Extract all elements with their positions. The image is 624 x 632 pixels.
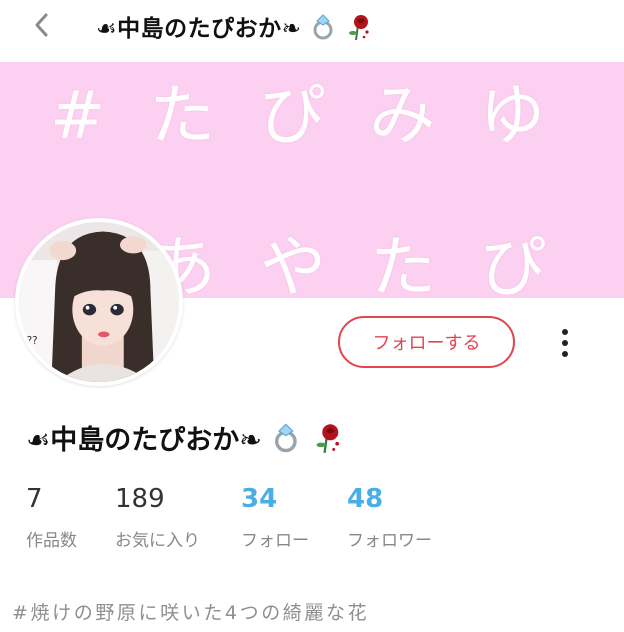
cover-text-line1: #たぴみゆ [50, 77, 590, 154]
stat-followers-label: フォロワー [347, 531, 432, 551]
ring-icon [310, 13, 338, 47]
stat-favorites-label: お気に入り [115, 531, 200, 551]
stat-followers-count: 48 [347, 484, 384, 514]
page-title-text: ☙中島のたぴおか❧ [96, 16, 302, 42]
profile-name-text: ☙中島のたぴおか❧ [26, 425, 262, 456]
back-button[interactable] [28, 8, 58, 42]
stat-following-count: 34 [241, 484, 278, 514]
stat-following[interactable]: 34 フォロー [241, 482, 309, 551]
profile-bio: #焼けの野原に咲いた4つの綺麗な花 [12, 602, 370, 624]
stat-favorites-count: 189 [115, 484, 165, 514]
stat-works-count: 7 [26, 484, 43, 514]
svg-text:??: ?? [27, 335, 38, 347]
stat-works-label: 作品数 [26, 531, 77, 551]
ring-icon [271, 422, 303, 461]
avatar-photo: ?? [19, 222, 179, 382]
stat-followers[interactable]: 48 フォロワー [347, 482, 432, 551]
avatar[interactable]: ?? [15, 218, 183, 386]
rose-icon [313, 422, 343, 461]
follow-button[interactable]: フォローする [338, 316, 515, 368]
cover-text-line2: あやたぴ [150, 229, 590, 298]
top-bar: ☙中島のたぴおか❧ [0, 0, 624, 62]
stat-following-label: フォロー [241, 531, 309, 551]
more-options-button[interactable] [552, 324, 578, 362]
profile-name: ☙中島のたぴおか❧ [26, 418, 343, 461]
chevron-left-icon [35, 13, 48, 37]
page-title: ☙中島のたぴおか❧ [96, 9, 372, 47]
more-vertical-icon [562, 329, 568, 357]
stat-favorites[interactable]: 189 お気に入り [115, 482, 200, 551]
rose-icon [346, 13, 372, 47]
stat-works[interactable]: 7 作品数 [26, 482, 77, 551]
